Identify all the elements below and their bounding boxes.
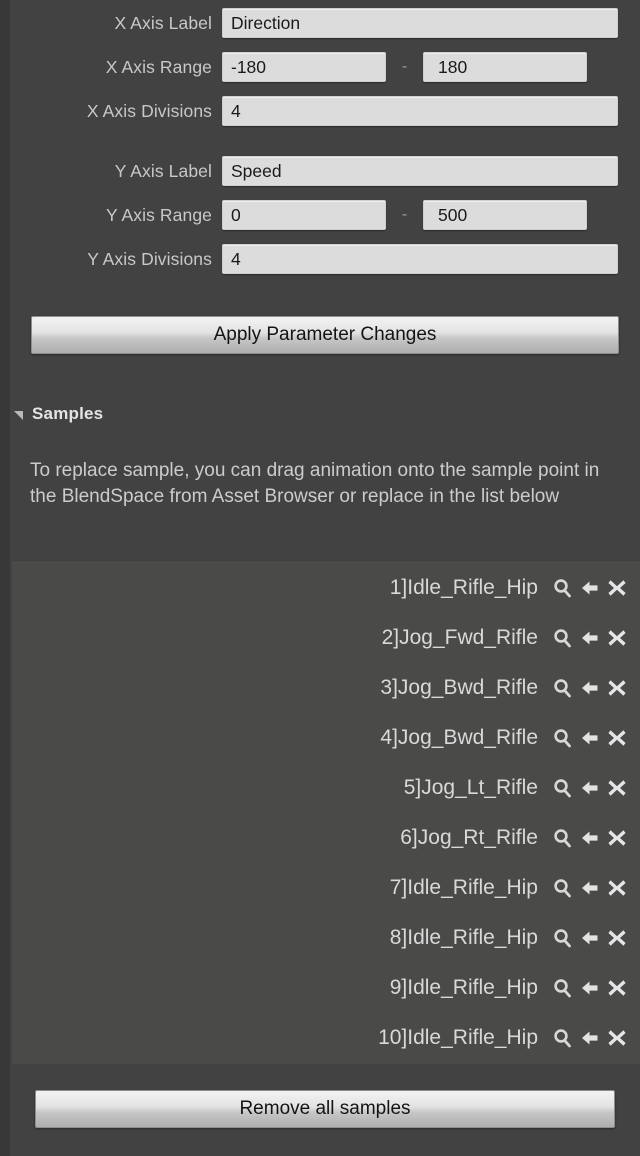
label-x-axis-range: X Axis Range (105, 56, 212, 77)
input-x-axis-label[interactable]: Direction (222, 8, 618, 38)
label-y-axis-label: Y Axis Label (114, 160, 212, 181)
arrow-left-icon[interactable] (577, 825, 603, 851)
close-x-icon[interactable] (604, 725, 630, 751)
arrow-left-icon[interactable] (577, 675, 603, 701)
blendspace-details-panel: X Axis Label Direction X Axis Range -180… (0, 0, 640, 1156)
samples-category-header[interactable]: Samples (14, 404, 103, 424)
label-x-axis-divisions: X Axis Divisions (86, 100, 212, 121)
sample-name: 5]Jog_Lt_Rifle (403, 776, 538, 799)
sample-name: 2]Jog_Fwd_Rifle (381, 626, 538, 649)
sample-row[interactable]: 4]Jog_Bwd_Rifle (12, 713, 640, 763)
close-x-icon[interactable] (604, 925, 630, 951)
sample-row-actions (550, 975, 630, 1001)
label-x-axis-label: X Axis Label (114, 12, 212, 33)
samples-category-title: Samples (32, 404, 104, 423)
sample-row-actions (550, 925, 630, 951)
sample-name: 10]Idle_Rifle_Hip (378, 1026, 538, 1049)
arrow-left-icon[interactable] (577, 575, 603, 601)
magnifier-icon[interactable] (550, 675, 576, 701)
property-row-x-axis-divisions: X Axis Divisions 4 (0, 96, 640, 126)
input-x-axis-divisions[interactable]: 4 (222, 96, 618, 126)
arrow-left-icon[interactable] (577, 775, 603, 801)
sample-row-actions (550, 775, 630, 801)
sample-row-actions (550, 875, 630, 901)
magnifier-icon[interactable] (550, 975, 576, 1001)
close-x-icon[interactable] (604, 875, 630, 901)
arrow-left-icon[interactable] (577, 725, 603, 751)
magnifier-icon[interactable] (550, 1025, 576, 1051)
sample-name: 4]Jog_Bwd_Rifle (380, 726, 538, 749)
sample-row[interactable]: 6]Jog_Rt_Rifle (12, 813, 640, 863)
arrow-left-icon[interactable] (577, 625, 603, 651)
sample-name: 6]Jog_Rt_Rifle (400, 826, 538, 849)
sample-row[interactable]: 10]Idle_Rifle_Hip (12, 1013, 640, 1063)
sample-row-actions (550, 825, 630, 851)
samples-help-text: To replace sample, you can drag animatio… (30, 460, 600, 507)
range-separator-x: - (401, 58, 408, 75)
close-x-icon[interactable] (604, 675, 630, 701)
magnifier-icon[interactable] (550, 925, 576, 951)
sample-row-actions (550, 1025, 630, 1051)
label-y-axis-divisions: Y Axis Divisions (87, 248, 212, 269)
magnifier-icon[interactable] (550, 875, 576, 901)
close-x-icon[interactable] (604, 1025, 630, 1051)
sample-name: 1]Idle_Rifle_Hip (389, 576, 538, 599)
sample-row[interactable]: 7]Idle_Rifle_Hip (12, 863, 640, 913)
arrow-left-icon[interactable] (577, 1025, 603, 1051)
sample-row[interactable]: 2]Jog_Fwd_Rifle (12, 613, 640, 663)
magnifier-icon[interactable] (550, 825, 576, 851)
arrow-left-icon[interactable] (577, 925, 603, 951)
sample-name: 8]Idle_Rifle_Hip (389, 926, 538, 949)
magnifier-icon[interactable] (550, 725, 576, 751)
input-x-axis-range-min[interactable]: -180 (222, 52, 386, 82)
sample-row[interactable]: 9]Idle_Rifle_Hip (12, 963, 640, 1013)
sample-name: 9]Idle_Rifle_Hip (389, 976, 538, 999)
sample-name: 3]Jog_Bwd_Rifle (380, 676, 538, 699)
triangle-down-icon (14, 411, 23, 420)
input-y-axis-range-max[interactable]: 500 (423, 200, 587, 230)
sample-name: 7]Idle_Rifle_Hip (389, 876, 538, 899)
property-row-y-axis-divisions: Y Axis Divisions 4 (0, 244, 640, 274)
property-row-x-axis-label: X Axis Label Direction (0, 8, 640, 38)
label-y-axis-range: Y Axis Range (106, 204, 212, 225)
magnifier-icon[interactable] (550, 575, 576, 601)
sample-row-actions (550, 675, 630, 701)
sample-row[interactable]: 3]Jog_Bwd_Rifle (12, 663, 640, 713)
input-y-axis-label[interactable]: Speed (222, 156, 618, 186)
input-y-axis-divisions[interactable]: 4 (222, 244, 618, 274)
sample-row-actions (550, 625, 630, 651)
property-row-x-axis-range: X Axis Range -180 - 180 (0, 52, 640, 82)
property-row-y-axis-range: Y Axis Range 0 - 500 (0, 200, 640, 230)
range-separator-y: - (401, 206, 408, 223)
property-row-y-axis-label: Y Axis Label Speed (0, 156, 640, 186)
magnifier-icon[interactable] (550, 625, 576, 651)
close-x-icon[interactable] (604, 975, 630, 1001)
magnifier-icon[interactable] (550, 775, 576, 801)
close-x-icon[interactable] (604, 625, 630, 651)
input-y-axis-range-min[interactable]: 0 (222, 200, 386, 230)
close-x-icon[interactable] (604, 825, 630, 851)
close-x-icon[interactable] (604, 775, 630, 801)
remove-all-samples-button[interactable]: Remove all samples (35, 1090, 615, 1128)
input-x-axis-range-max[interactable]: 180 (423, 52, 587, 82)
sample-row-actions (550, 725, 630, 751)
close-x-icon[interactable] (604, 575, 630, 601)
sample-row[interactable]: 5]Jog_Lt_Rifle (12, 763, 640, 813)
samples-list: 1]Idle_Rifle_Hip 2]Jog_Fwd_Rifle 3]Jog_Bwd… (12, 562, 640, 1064)
arrow-left-icon[interactable] (577, 975, 603, 1001)
arrow-left-icon[interactable] (577, 875, 603, 901)
apply-parameter-changes-button[interactable]: Apply Parameter Changes (31, 316, 619, 354)
sample-row-actions (550, 575, 630, 601)
sample-row[interactable]: 1]Idle_Rifle_Hip (12, 563, 640, 613)
sample-row[interactable]: 8]Idle_Rifle_Hip (12, 913, 640, 963)
